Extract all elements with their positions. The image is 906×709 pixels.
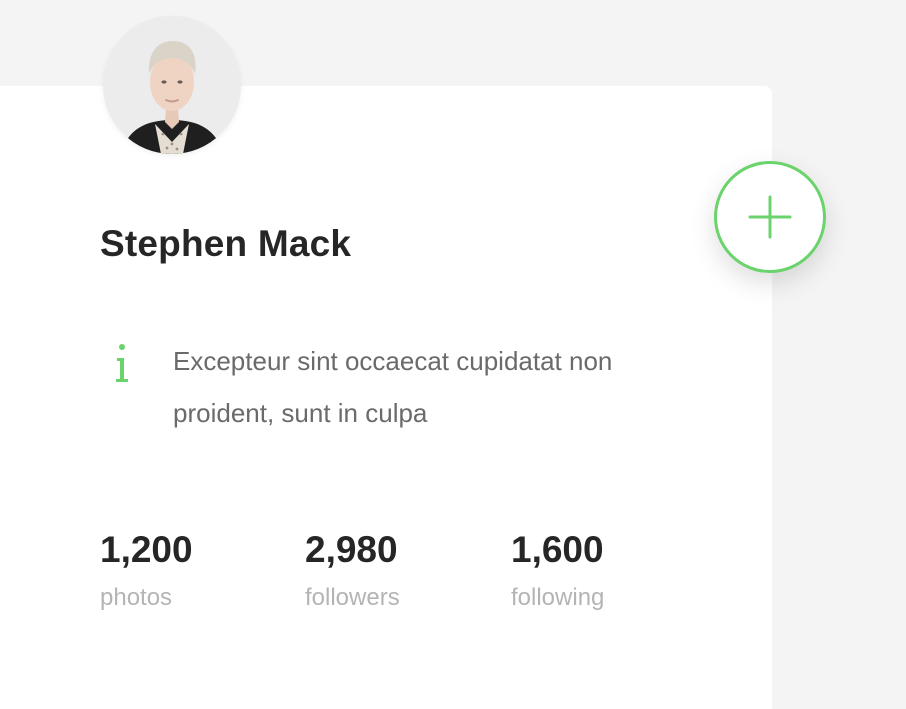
stat-following[interactable]: 1,600 following: [511, 524, 604, 618]
avatar[interactable]: [103, 16, 241, 154]
stat-label: following: [511, 584, 605, 611]
plus-icon: [748, 195, 792, 239]
stat-photos[interactable]: 1,200 photos: [100, 524, 193, 618]
add-button[interactable]: [714, 161, 826, 273]
profile-name: Stephen Mack: [100, 223, 352, 264]
stat-value: 2,980: [305, 529, 398, 570]
profile-bio: Excepteur sint occaecat cupidatat non pr…: [173, 346, 613, 428]
stat-label: photos: [100, 584, 173, 611]
stat-followers[interactable]: 2,980 followers: [305, 524, 400, 618]
info-icon: [110, 336, 134, 388]
stat-value: 1,200: [100, 529, 193, 570]
stat-value: 1,600: [511, 529, 604, 570]
stat-label: followers: [305, 584, 400, 611]
user-avatar-icon: [103, 16, 241, 154]
